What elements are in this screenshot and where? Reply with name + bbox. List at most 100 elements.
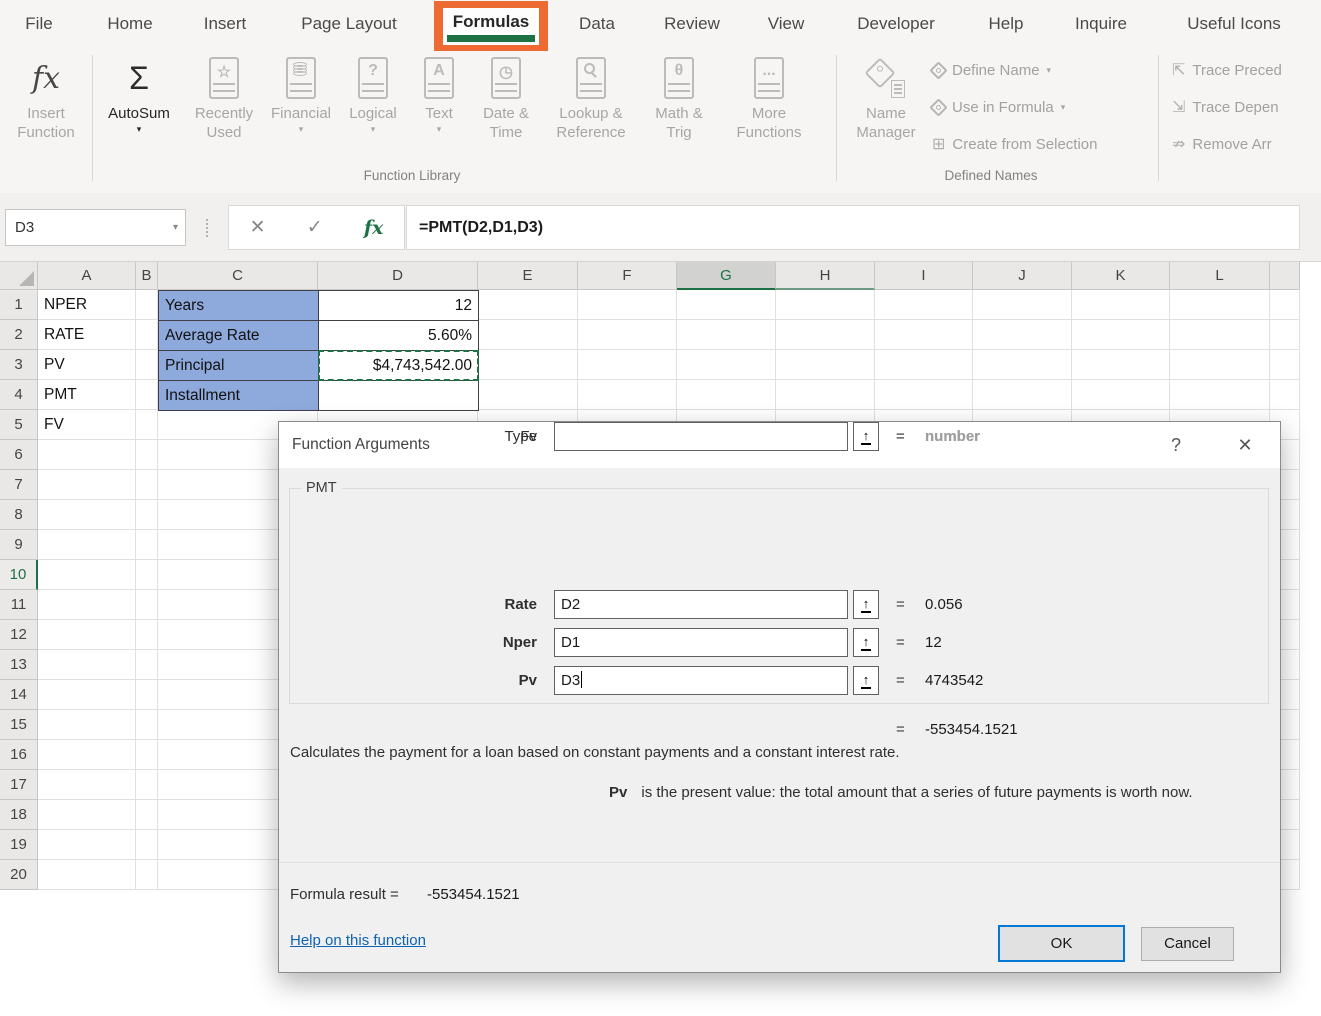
grid-cell[interactable]	[136, 440, 158, 470]
row-header-3[interactable]: 3	[0, 350, 38, 380]
grid-cell[interactable]	[136, 290, 158, 320]
grid-cell[interactable]	[38, 740, 136, 770]
pv-collapse-dialog-button[interactable]: ↑	[853, 666, 879, 695]
column-header-F[interactable]: F	[578, 262, 677, 290]
grid-cell[interactable]	[136, 770, 158, 800]
grid-cell[interactable]	[136, 620, 158, 650]
grid-cell[interactable]	[677, 380, 776, 410]
grid-cell[interactable]	[1170, 290, 1270, 320]
grid-cell[interactable]	[136, 830, 158, 860]
tab-file[interactable]: File	[25, 0, 52, 47]
grid-cell[interactable]	[1170, 380, 1270, 410]
recently-used-button[interactable]: ☆ Recently Used	[186, 52, 262, 164]
column-header-G[interactable]: G	[677, 262, 776, 290]
grid-cell[interactable]	[136, 740, 158, 770]
cell-D2[interactable]: 5.60%	[318, 320, 479, 351]
rate-input[interactable]: D2	[554, 590, 848, 619]
type-collapse-dialog-button[interactable]: ↑	[853, 422, 879, 451]
tab-home[interactable]: Home	[107, 0, 152, 47]
row-header-5[interactable]: 5	[0, 410, 38, 440]
grid-cell[interactable]	[1170, 350, 1270, 380]
nper-collapse-dialog-button[interactable]: ↑	[853, 628, 879, 657]
grid-cell[interactable]	[875, 290, 973, 320]
grid-cell[interactable]	[875, 380, 973, 410]
insert-function-fx-button[interactable]: fx	[364, 217, 384, 239]
grid-cell[interactable]	[875, 320, 973, 350]
grid-cell[interactable]	[1072, 320, 1170, 350]
grid-cell[interactable]	[1072, 290, 1170, 320]
grid-cell[interactable]	[136, 530, 158, 560]
row-header-20[interactable]: 20	[0, 860, 38, 890]
grid-cell[interactable]	[478, 380, 578, 410]
cell-D4[interactable]	[318, 380, 479, 411]
select-all-corner[interactable]	[0, 262, 38, 290]
grid-cell[interactable]	[136, 500, 158, 530]
column-header-I[interactable]: I	[875, 262, 973, 290]
name-manager-button[interactable]: Name Manager	[842, 52, 930, 164]
cell-A3[interactable]: PV	[38, 350, 137, 381]
grid-cell[interactable]	[38, 860, 136, 890]
nper-input[interactable]: D1	[554, 628, 848, 657]
tab-view[interactable]: View	[768, 0, 805, 47]
grid-cell[interactable]	[776, 350, 875, 380]
grid-cell[interactable]	[578, 320, 677, 350]
grid-cell[interactable]	[136, 710, 158, 740]
grid-cell[interactable]	[1072, 380, 1170, 410]
grid-cell[interactable]	[677, 290, 776, 320]
grid-cell[interactable]	[875, 350, 973, 380]
cell-A4[interactable]: PMT	[38, 380, 137, 411]
tab-formulas[interactable]: Formulas	[443, 8, 539, 45]
grid-cell[interactable]	[478, 350, 578, 380]
row-header-4[interactable]: 4	[0, 380, 38, 410]
cancel-button[interactable]: Cancel	[1141, 927, 1234, 961]
row-header-15[interactable]: 15	[0, 710, 38, 740]
row-header-19[interactable]: 19	[0, 830, 38, 860]
grid-cell[interactable]	[1270, 350, 1300, 380]
date-time-button[interactable]: ◷ Date & Time	[472, 52, 540, 164]
formula-input[interactable]: =PMT(D2,D1,D3)	[406, 205, 1300, 250]
grid-cell[interactable]	[1270, 320, 1300, 350]
grid-cell[interactable]	[776, 320, 875, 350]
remove-arrows-button[interactable]: ⇏ Remove Arr	[1172, 129, 1272, 159]
grid-cell[interactable]	[38, 680, 136, 710]
cell-C2[interactable]: Average Rate	[158, 320, 319, 351]
grid-cell[interactable]	[136, 380, 158, 410]
grid-cell[interactable]	[776, 290, 875, 320]
trace-precedents-button[interactable]: ⇱ Trace Preced	[1172, 55, 1282, 85]
column-header-B[interactable]: B	[136, 262, 158, 290]
grid-cell[interactable]	[136, 320, 158, 350]
cell-D3[interactable]: $4,743,542.00	[318, 350, 479, 381]
grid-cell[interactable]	[38, 440, 136, 470]
cell-C3[interactable]: Principal	[158, 350, 319, 381]
column-header-A[interactable]: A	[38, 262, 136, 290]
ok-button[interactable]: OK	[998, 925, 1125, 962]
cell-C1[interactable]: Years	[158, 290, 319, 321]
column-header-H[interactable]: H	[776, 262, 875, 290]
grid-cell[interactable]	[38, 470, 136, 500]
grid-cell[interactable]	[136, 350, 158, 380]
row-header-12[interactable]: 12	[0, 620, 38, 650]
use-in-formula-button[interactable]: Use in Formula ▾	[932, 92, 1065, 122]
row-header-17[interactable]: 17	[0, 770, 38, 800]
math-trig-button[interactable]: θ Math & Trig	[642, 52, 716, 164]
pv-input[interactable]: D3	[554, 666, 848, 695]
row-header-11[interactable]: 11	[0, 590, 38, 620]
grid-cell[interactable]	[38, 530, 136, 560]
column-header-L[interactable]: L	[1170, 262, 1270, 290]
help-on-this-function-link[interactable]: Help on this function	[290, 932, 426, 949]
cell-A5[interactable]: FV	[38, 410, 137, 441]
tab-help[interactable]: Help	[989, 0, 1024, 47]
name-box-dropdown-icon[interactable]: ▾	[173, 210, 178, 245]
row-header-8[interactable]: 8	[0, 500, 38, 530]
column-header-C[interactable]: C	[158, 262, 318, 290]
grid-cell[interactable]	[136, 800, 158, 830]
insert-function-button[interactable]: fx Insert Function	[2, 52, 90, 164]
grid-cell[interactable]	[136, 590, 158, 620]
grid-cell[interactable]	[578, 380, 677, 410]
column-header-K[interactable]: K	[1072, 262, 1170, 290]
grid-cell[interactable]	[478, 320, 578, 350]
grid-cell[interactable]	[578, 350, 677, 380]
column-header-D[interactable]: D	[318, 262, 478, 290]
name-box[interactable]: D3 ▾	[5, 209, 186, 246]
row-header-14[interactable]: 14	[0, 680, 38, 710]
